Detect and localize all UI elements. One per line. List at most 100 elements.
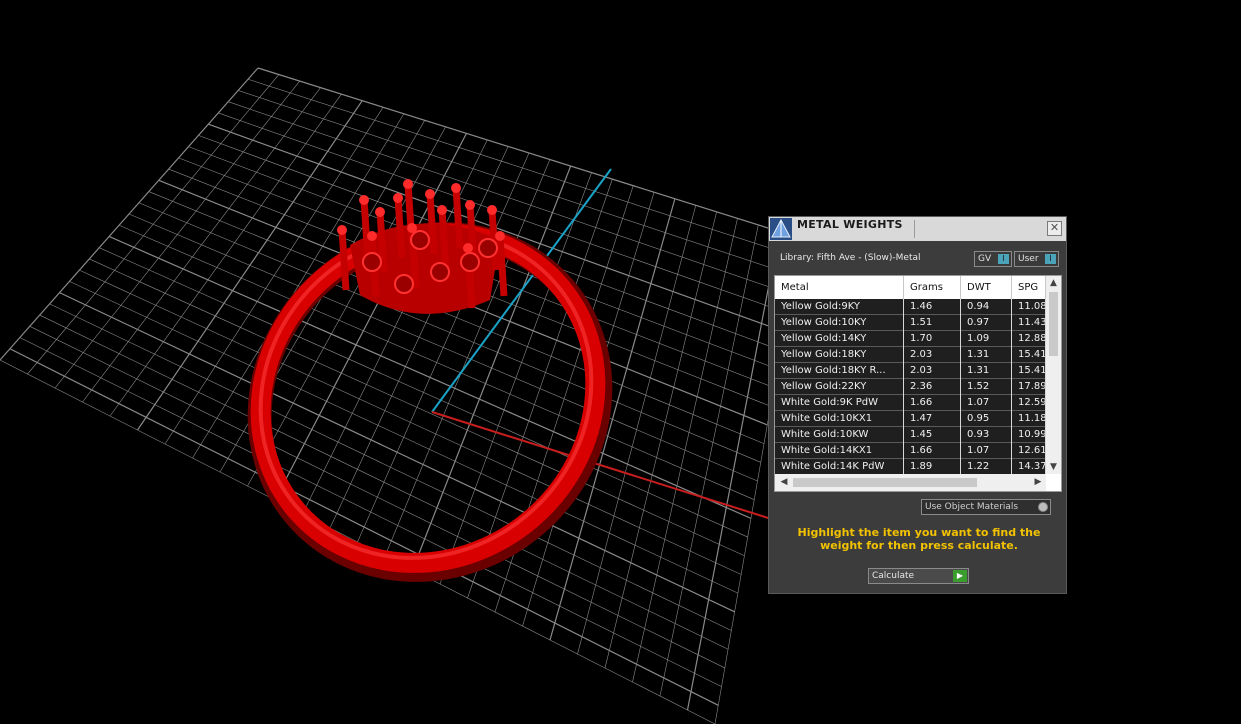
table-row[interactable]: Yellow Gold:10KY 1.51 0.97 11.43	[775, 315, 1046, 331]
table-body: Yellow Gold:9KY 1.46 0.94 11.08 Yellow Gold:…	[775, 299, 1046, 475]
grid-line	[9, 348, 719, 706]
table-cell: Yellow Gold:18KY R...	[775, 363, 904, 379]
table-cell: 1.45	[904, 427, 961, 443]
ring-head	[337, 179, 508, 314]
table-cell: 0.94	[961, 299, 1012, 315]
table-row[interactable]: Yellow Gold:18KY R... 2.03 1.31 15.41	[775, 363, 1046, 379]
table-cell: Yellow Gold:18KY	[775, 347, 904, 363]
table-row[interactable]: White Gold:14K PdW 1.89 1.22 14.37	[775, 459, 1046, 475]
x-axis-line	[431, 411, 801, 529]
table-cell: 2.36	[904, 379, 961, 395]
table-cell: 1.66	[904, 443, 961, 459]
table-row[interactable]: White Gold:10KX1 1.47 0.95 11.18	[775, 411, 1046, 427]
prong-tip	[403, 179, 413, 189]
table-row[interactable]: White Gold:10KW 1.45 0.93 10.99	[775, 427, 1046, 443]
vertical-scrollbar[interactable]: ▲ ▼	[1046, 276, 1061, 474]
table-cell: 11.18	[1012, 411, 1046, 427]
grid-line	[604, 211, 717, 669]
app-logo-icon	[770, 218, 792, 240]
horizontal-scrollbar[interactable]: ◀ ▶	[775, 474, 1046, 491]
table-cell: 0.97	[961, 315, 1012, 331]
prong-tip	[393, 193, 403, 203]
prong-tip	[337, 225, 347, 235]
table-cell: White Gold:14K PdW	[775, 459, 904, 475]
table-cell: Yellow Gold:14KY	[775, 331, 904, 347]
table-cell: 17.89	[1012, 379, 1046, 395]
stone-seat	[394, 274, 414, 294]
prong-tip	[375, 207, 385, 217]
metal-weights-table[interactable]: Metal Grams DWT SPG Yellow Gold:9KY 1.46 0…	[774, 275, 1062, 492]
table-cell: 1.07	[961, 443, 1012, 459]
gv-toggle[interactable]: GV I	[974, 251, 1012, 267]
table-cell: 0.93	[961, 427, 1012, 443]
user-toggle-knob: I	[1045, 254, 1056, 264]
panel-title: METAL WEIGHTS	[797, 218, 903, 231]
table-row[interactable]: White Gold:9K PdW 1.66 1.07 12.59	[775, 395, 1046, 411]
table-cell: 12.59	[1012, 395, 1046, 411]
table-row[interactable]: Yellow Gold:14KY 1.70 1.09 12.88	[775, 331, 1046, 347]
prong-tip	[437, 205, 447, 215]
user-toggle-label: User	[1018, 254, 1039, 264]
table-row[interactable]: White Gold:14KX1 1.66 1.07 12.61	[775, 443, 1046, 459]
grid-line	[686, 231, 780, 711]
radio-knob-icon	[1038, 502, 1048, 512]
grid-line	[632, 218, 738, 683]
table-cell: White Gold:14KX1	[775, 443, 904, 459]
table-cell: White Gold:10KX1	[775, 411, 904, 427]
table-cell: 15.41	[1012, 347, 1046, 363]
prong-tip	[367, 231, 377, 241]
vertical-scroll-thumb[interactable]	[1049, 292, 1058, 356]
calculate-button[interactable]: Calculate ▶	[868, 568, 969, 584]
prong-tip	[487, 205, 497, 215]
grid-line	[19, 337, 722, 687]
prong	[394, 197, 406, 259]
table-cell: 11.43	[1012, 315, 1046, 331]
table-cell: 1.47	[904, 411, 961, 427]
use-object-materials-label: Use Object Materials	[925, 502, 1019, 512]
scroll-down-icon[interactable]: ▼	[1046, 460, 1061, 474]
prong-tip	[463, 243, 473, 253]
table-cell: 1.07	[961, 395, 1012, 411]
table-cell: 1.31	[961, 363, 1012, 379]
use-object-materials-toggle[interactable]: Use Object Materials	[921, 499, 1051, 515]
scroll-right-icon[interactable]: ▶	[1031, 474, 1045, 491]
table-row[interactable]: Yellow Gold:22KY 2.36 1.52 17.89	[775, 379, 1046, 395]
table-cell: 10.99	[1012, 427, 1046, 443]
calculate-label: Calculate	[872, 571, 915, 581]
close-icon[interactable]: ✕	[1047, 221, 1062, 236]
table-cell: 1.31	[961, 347, 1012, 363]
table-cell: 0.95	[961, 411, 1012, 427]
grid-line	[659, 224, 759, 697]
table-row[interactable]: Yellow Gold:18KY 2.03 1.31 15.41	[775, 347, 1046, 363]
stone-seat	[460, 252, 480, 272]
table-row[interactable]: Yellow Gold:9KY 1.46 0.94 11.08	[775, 299, 1046, 315]
prong	[452, 187, 464, 249]
scroll-left-icon[interactable]: ◀	[777, 474, 791, 491]
column-header-metal[interactable]: Metal	[775, 276, 904, 299]
table-cell: 2.03	[904, 347, 961, 363]
table-cell: White Gold:10KW	[775, 427, 904, 443]
prong-tip	[425, 189, 435, 199]
column-header-grams[interactable]: Grams	[904, 276, 961, 299]
horizontal-scroll-thumb[interactable]	[793, 478, 977, 487]
ring-model[interactable]	[191, 165, 669, 639]
prong-tip	[465, 200, 475, 210]
user-toggle[interactable]: User I	[1014, 251, 1059, 267]
prong-tip	[451, 183, 461, 193]
prong	[338, 229, 350, 291]
table-cell: Yellow Gold:22KY	[775, 379, 904, 395]
panel-titlebar[interactable]: METAL WEIGHTS ✕	[769, 217, 1066, 241]
table-cell: 14.37	[1012, 459, 1046, 475]
instruction-text: Highlight the item you want to find the …	[797, 526, 1041, 552]
table-cell: 1.22	[961, 459, 1012, 475]
gv-toggle-knob: I	[998, 254, 1009, 264]
column-header-spg[interactable]: SPG	[1012, 276, 1046, 299]
column-header-dwt[interactable]: DWT	[961, 276, 1012, 299]
scroll-up-icon[interactable]: ▲	[1046, 276, 1061, 290]
prong	[426, 193, 438, 255]
table-cell: White Gold:9K PdW	[775, 395, 904, 411]
table-cell: 15.41	[1012, 363, 1046, 379]
table-cell: 1.66	[904, 395, 961, 411]
table-cell: 1.70	[904, 331, 961, 347]
prong	[496, 235, 508, 297]
